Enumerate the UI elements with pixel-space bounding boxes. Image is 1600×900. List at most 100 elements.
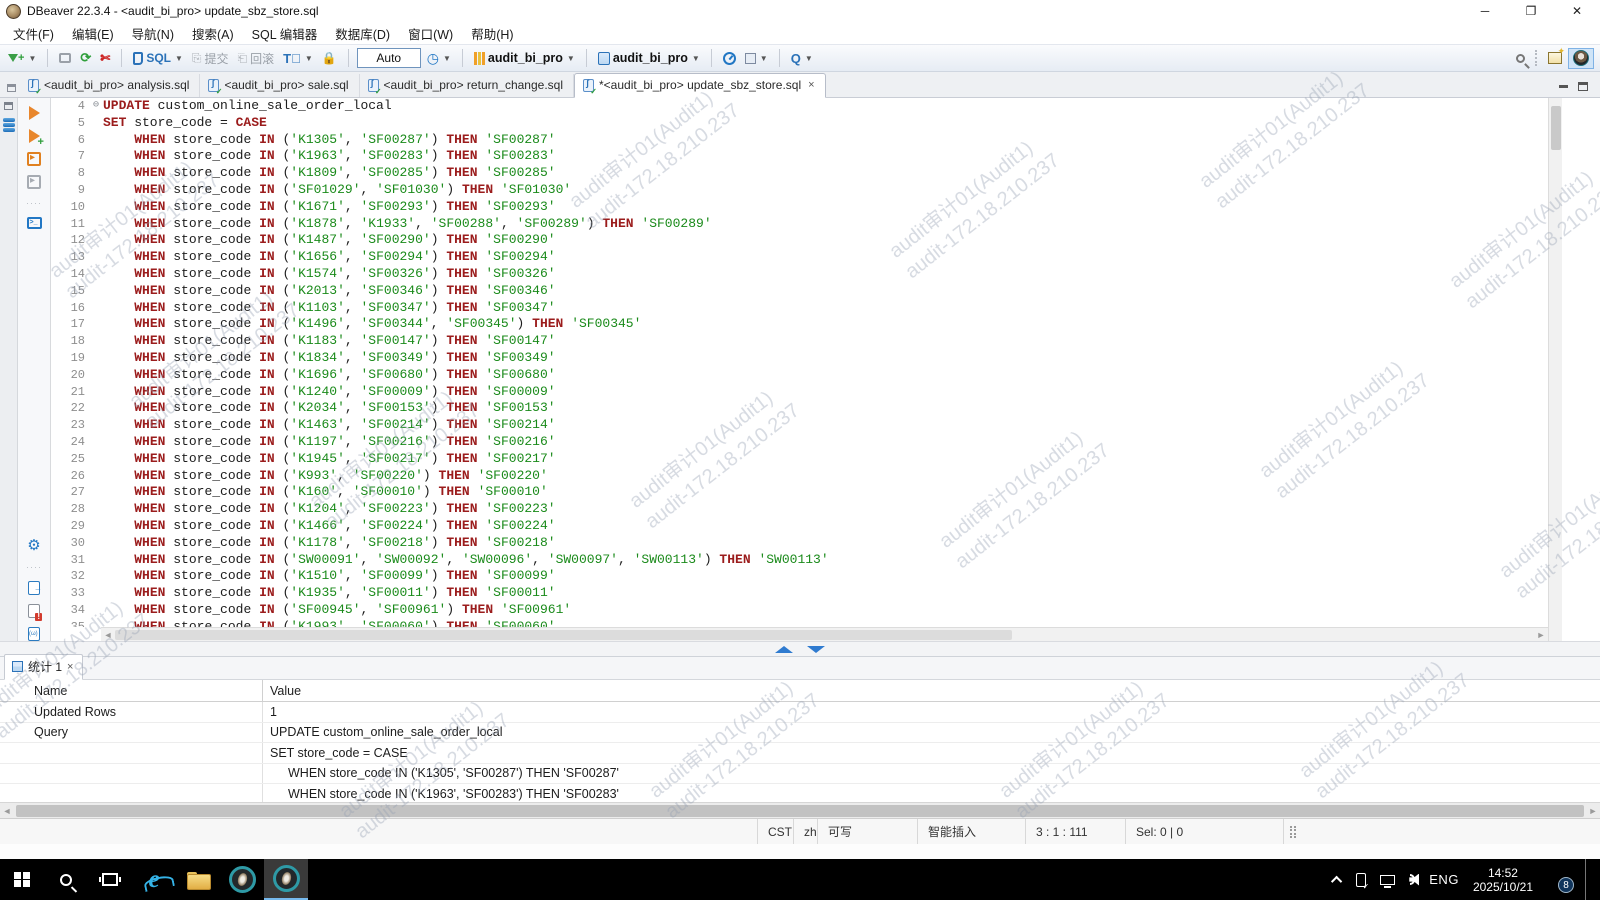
file-explorer-button[interactable] <box>176 859 220 900</box>
maximize-editor-icon[interactable] <box>1578 82 1588 91</box>
hscroll-thumb[interactable] <box>115 630 1012 640</box>
network-icon[interactable] <box>1380 875 1395 885</box>
rollback-button[interactable]: ⎗回滚 <box>235 48 278 69</box>
validate-file-icon[interactable] <box>28 604 40 618</box>
column-header-value[interactable]: Value <box>263 680 1600 701</box>
menu-item-2[interactable]: 导航(N) <box>123 22 183 45</box>
open-perspective-button[interactable] <box>1545 50 1565 66</box>
export-file-icon[interactable] <box>28 581 40 595</box>
action-center-button[interactable]: 8 <box>1547 871 1567 888</box>
language-indicator[interactable]: ENG <box>1429 872 1459 887</box>
cell-name[interactable]: Updated Rows <box>0 702 263 722</box>
close-tab-icon[interactable]: × <box>67 661 73 673</box>
menu-item-1[interactable]: 编辑(E) <box>63 22 123 45</box>
editor-tab-2[interactable]: <audit_bi_pro> return_change.sql <box>360 74 574 97</box>
minimize-editor-icon[interactable] <box>1559 85 1568 88</box>
transaction-mode-button[interactable]: T⃮▼ <box>280 49 316 68</box>
cell-name[interactable] <box>0 784 263 802</box>
commit-button[interactable]: ⎘提交 <box>189 48 232 69</box>
taskbar-search-button[interactable] <box>44 859 88 900</box>
menu-item-3[interactable]: 搜索(A) <box>183 22 243 45</box>
editor-tab-0[interactable]: <audit_bi_pro> analysis.sql <box>20 74 200 97</box>
editor-horizontal-scrollbar[interactable]: ◄► <box>101 627 1548 641</box>
line-number: 9 <box>51 182 89 199</box>
editor-tab-1[interactable]: <audit_bi_pro> sale.sql <box>200 74 359 97</box>
cell-value[interactable]: SET store_code = CASE <box>263 743 1600 763</box>
results-hscroll-thumb[interactable] <box>16 805 1584 817</box>
taskbar-clock[interactable]: 14:522025/10/21 <box>1473 866 1533 894</box>
menu-item-7[interactable]: 帮助(H) <box>462 22 522 45</box>
cell-value[interactable]: WHEN store_code IN ('K1305', 'SF00287') … <box>263 764 1600 784</box>
table-row[interactable]: WHEN store_code IN ('K1305', 'SF00287') … <box>0 764 1600 785</box>
sash-up-icon[interactable] <box>775 646 793 653</box>
menu-item-5[interactable]: 数据库(D) <box>326 22 399 45</box>
task-view-button[interactable] <box>88 859 132 900</box>
disconnect-button[interactable]: ✄ <box>97 49 113 67</box>
database-navigator-icon[interactable] <box>3 118 15 132</box>
menu-item-4[interactable]: SQL 编辑器 <box>243 22 327 45</box>
connect-button[interactable] <box>56 51 74 65</box>
cell-value[interactable]: UPDATE custom_online_sale_order_local <box>263 723 1600 743</box>
schema-selector[interactable]: audit_bi_pro▼ <box>595 49 703 67</box>
editor-tab-3[interactable]: *<audit_bi_pro> update_sbz_store.sql× <box>574 73 826 98</box>
dbeaver-taskbar-button-active[interactable] <box>264 859 308 900</box>
commit-mode-combo[interactable]: Auto <box>357 48 421 68</box>
dashboard-button[interactable] <box>720 50 739 67</box>
cell-name[interactable]: Query <box>0 723 263 743</box>
quick-access-search[interactable] <box>1513 52 1528 65</box>
volume-button[interactable] <box>1409 874 1415 886</box>
editor-area-menu[interactable] <box>2 84 20 97</box>
show-desktop-button[interactable] <box>1585 859 1590 900</box>
table-row[interactable]: SET store_code = CASE <box>0 743 1600 764</box>
code-line: 31 WHEN store_code IN ('SW00091', 'SW000… <box>51 552 1548 569</box>
reconnect-button[interactable]: ⟳ <box>77 48 94 68</box>
output-button[interactable]: ▼ <box>742 51 771 66</box>
new-connection-button[interactable]: +▼ <box>6 50 39 66</box>
sash-down-icon[interactable] <box>807 646 825 653</box>
sql-console-icon[interactable]: >_ <box>27 217 42 229</box>
table-row[interactable]: QueryUPDATE custom_online_sale_order_loc… <box>0 723 1600 744</box>
results-horizontal-scrollbar[interactable]: ◄► <box>0 802 1600 818</box>
close-tab-icon[interactable]: × <box>808 79 814 91</box>
transaction-log-button[interactable]: ◷▼ <box>424 48 454 69</box>
menu-item-0[interactable]: 文件(F) <box>4 22 63 45</box>
execute-statement-icon[interactable] <box>29 106 40 120</box>
database-selector[interactable]: audit_bi_pro▼ <box>471 49 578 67</box>
sql-editor-button[interactable]: SQL▼ <box>130 49 186 67</box>
dbeaver-taskbar-button[interactable] <box>220 859 264 900</box>
table-row[interactable]: WHEN store_code IN ('K1963', 'SF00283') … <box>0 784 1600 802</box>
vscroll-thumb[interactable] <box>1551 106 1561 150</box>
cell-value[interactable]: WHEN store_code IN ('K1963', 'SF00283') … <box>263 784 1600 802</box>
restore-panel-icon[interactable] <box>4 102 13 110</box>
fold-marker <box>89 400 103 417</box>
restore-button[interactable]: ❐ <box>1508 0 1554 22</box>
cell-name[interactable] <box>0 764 263 784</box>
cell-name[interactable] <box>0 743 263 763</box>
explain-plan-icon[interactable] <box>27 175 41 189</box>
search-button[interactable]: Q▼ <box>788 49 816 68</box>
editor-vertical-scrollbar[interactable] <box>1548 98 1562 641</box>
menu-item-6[interactable]: 窗口(W) <box>399 22 462 45</box>
fold-marker[interactable]: ⊖ <box>89 98 103 115</box>
column-header-name[interactable]: Name <box>0 680 263 701</box>
minimize-button[interactable]: ─ <box>1462 0 1508 22</box>
cell-value[interactable]: 1 <box>263 702 1600 722</box>
statistics-tab[interactable]: 统计 1 × <box>4 654 83 680</box>
editor-results-sash[interactable] <box>0 641 1600 657</box>
transaction-lock-button[interactable]: 🔒 <box>319 49 340 67</box>
sql-code-editor[interactable]: 4⊖UPDATE custom_online_sale_order_local5… <box>51 98 1548 627</box>
execute-new-tab-icon[interactable] <box>29 129 40 143</box>
close-button[interactable]: ✕ <box>1554 0 1600 22</box>
code-line: 26 WHEN store_code IN ('K993', 'SF00220'… <box>51 468 1548 485</box>
transaction-icon: T⃮ <box>283 51 301 66</box>
execute-script-icon[interactable] <box>27 152 41 166</box>
start-button[interactable] <box>0 859 44 900</box>
script-file-icon[interactable] <box>28 627 40 641</box>
usb-device-icon[interactable] <box>1356 873 1366 887</box>
settings-gear-icon[interactable]: ⚙ <box>27 539 40 553</box>
internet-explorer-button[interactable]: e <box>132 859 176 900</box>
dbeaver-perspective-button[interactable] <box>1568 48 1594 69</box>
line-number: 31 <box>51 552 89 569</box>
editor-area-icon <box>7 84 16 92</box>
table-row[interactable]: Updated Rows1 <box>0 702 1600 723</box>
